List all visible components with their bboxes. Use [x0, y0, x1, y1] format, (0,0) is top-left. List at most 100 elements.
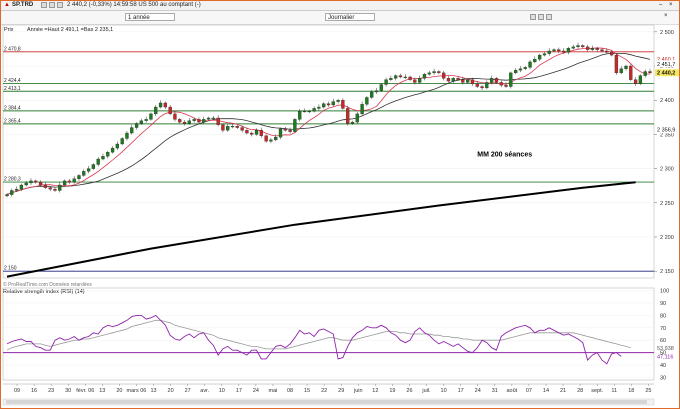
price-tick-label: 2 500 [660, 30, 674, 36]
price-tick-label: 2 250 [660, 201, 674, 207]
level-label: 2 424,4 [4, 78, 21, 84]
candle-body [427, 72, 431, 75]
candle-body [470, 79, 475, 84]
candle-body [413, 79, 417, 83]
candle-body [336, 100, 340, 102]
candle-body [547, 50, 551, 54]
level-label: 2 365,4 [4, 118, 21, 124]
candle-body [408, 76, 412, 80]
x-tick-label: sept. [591, 388, 603, 394]
candle-body [595, 48, 599, 50]
x-tick-label: févr. 06 [76, 388, 94, 394]
candle-body [326, 103, 331, 106]
candle-body [509, 72, 513, 87]
candle-body [187, 120, 191, 124]
candle-body [442, 72, 446, 79]
candle-body [542, 53, 547, 56]
candle-body [226, 126, 230, 131]
candle-body [206, 117, 211, 120]
candle-body [288, 130, 292, 132]
candle-body [633, 79, 638, 84]
candle-body [192, 119, 196, 121]
x-tick-label: 11 [611, 388, 617, 394]
candle-body [451, 78, 455, 82]
candle-body [533, 59, 537, 63]
candle-body [566, 48, 571, 53]
x-tick-label: 20 [116, 388, 122, 394]
candle-body [120, 138, 124, 145]
rsi-tag-label: 53,938 [657, 346, 674, 352]
candle-body [312, 108, 316, 112]
candle-body [269, 139, 273, 142]
candle-body [106, 152, 110, 157]
candle-body [557, 49, 561, 52]
candle-body [10, 190, 14, 195]
candle-body [605, 50, 609, 53]
x-tick-label: 16 [31, 388, 37, 394]
candle-body [5, 194, 9, 197]
candle-body [475, 83, 479, 87]
x-tick-label: 20 [168, 388, 174, 394]
candle-body [585, 46, 590, 50]
candle-body [250, 132, 254, 135]
candle-body [144, 119, 148, 121]
candle-body [62, 180, 67, 186]
x-tick-label: 18 [628, 388, 634, 394]
level-label: 2 150 [4, 266, 17, 272]
candle-body [259, 130, 263, 136]
candle-body [58, 184, 62, 191]
x-tick-label: mai [269, 388, 278, 394]
x-tick-label: 26 [406, 388, 412, 394]
x-tick-label: 12 [372, 388, 378, 394]
candle-body [317, 106, 321, 109]
rsi-tick-label: 70 [660, 326, 666, 332]
candle-body [389, 78, 393, 80]
rsi-panel-frame [2, 287, 655, 381]
x-tick-label: 31 [492, 388, 498, 394]
candle-body [125, 132, 129, 139]
candle-body [346, 108, 350, 124]
ma200-annotation: MM 200 séances [477, 151, 532, 158]
x-tick-label: 19 [389, 388, 395, 394]
x-tick-label: 29 [338, 388, 344, 394]
candle-body [581, 45, 585, 48]
candle-body [158, 102, 163, 108]
rsi-tick-label: 60 [660, 338, 666, 344]
candle-body [513, 69, 518, 74]
candle-body [466, 79, 470, 83]
x-tick-label: 08 [287, 388, 293, 394]
candle-body [331, 101, 335, 106]
x-tick-label: 07 [526, 388, 532, 394]
x-tick-label: 10 [219, 388, 225, 394]
x-tick-label: 15 [304, 388, 310, 394]
candle-body [240, 127, 244, 131]
candle-body [48, 187, 52, 190]
candle-body [221, 124, 225, 131]
x-tick-label: 25 [645, 388, 651, 394]
candle-body [600, 49, 604, 52]
candle-body [14, 188, 19, 191]
candle-body [528, 61, 532, 68]
candle-body [648, 71, 652, 74]
candle-body [101, 156, 105, 160]
candle-body [537, 54, 542, 60]
candle-body [29, 180, 33, 184]
x-tick-label: 09 [14, 388, 20, 394]
candle-body [298, 111, 302, 120]
x-tick-label: 13 [150, 388, 156, 394]
candle-body [518, 68, 523, 71]
candle-body [461, 79, 465, 83]
time-scrollbar-thumb[interactable] [6, 400, 647, 404]
candle-body [197, 119, 201, 123]
candle-body [283, 128, 287, 131]
price-panel-frame [2, 24, 655, 279]
level-label: 2 280,3 [4, 177, 21, 183]
candle-body [341, 100, 345, 109]
candle-body [230, 126, 235, 128]
candle-body [370, 91, 374, 98]
candle-body [576, 45, 580, 48]
candle-body [485, 82, 489, 89]
candle-body [182, 121, 187, 124]
candle-body [394, 75, 398, 79]
candle-body [235, 126, 239, 128]
